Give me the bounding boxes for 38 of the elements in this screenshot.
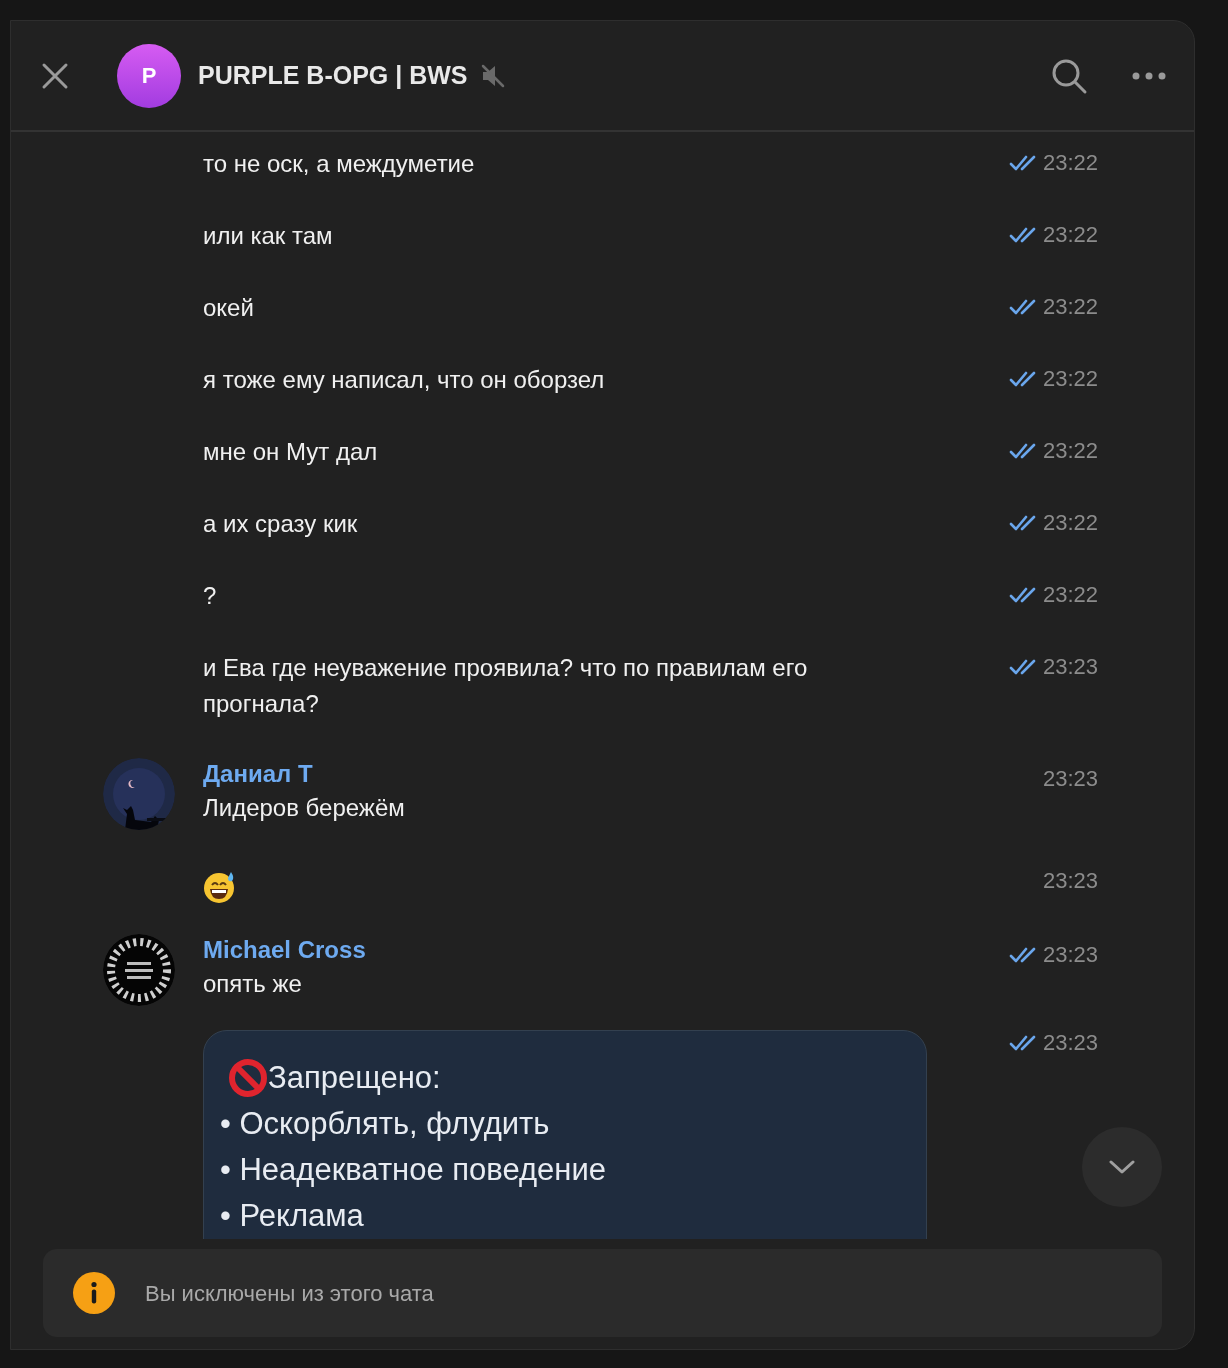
message-time: 23:23 [1042,867,1098,895]
message-time: 23:22 [1042,437,1098,465]
message-time: 23:23 [1042,765,1098,793]
image-text-line: • Неадекватное поведение [220,1151,608,1189]
more-button[interactable] [1132,71,1166,80]
notice-text: Вы исключены из этого чата [145,1279,434,1308]
prohibited-icon [228,1058,268,1098]
message-time: 23:22 [1042,293,1098,321]
message-time: 23:22 [1042,509,1098,537]
sender-name[interactable]: Даниал Т [203,758,898,790]
message-time: 23:23 [1042,941,1098,969]
sweat-smile-icon [203,870,237,904]
message-text: или как там [203,221,333,251]
chat-avatar: P [117,43,181,108]
message-text: я тоже ему написал, что он оборзел [203,365,605,395]
message-text: окей [203,293,254,323]
chevron-down-icon [1109,1160,1135,1174]
message-text: Лидеров бережём [203,793,405,823]
chat-title: PURPLE B-OPG | BWS [198,59,468,91]
message-text: опять же [203,969,302,999]
close-button[interactable] [41,61,69,90]
message-text: мне он Мут дал [203,437,378,467]
image-text-line: Запрещено: [268,1059,441,1097]
image-message[interactable]: Запрещено: • Оскорблять, флудить • Неадекватное поведение • Реклама [203,1030,927,1239]
info-icon [73,1272,115,1314]
image-text-line: • Реклама [220,1197,365,1235]
message-time: 23:23 [1042,653,1098,681]
message-text: и Ева где неуважение проявила? что по правилам его прогнала? [203,653,809,719]
message-time: 23:22 [1042,581,1098,609]
message-time: 23:22 [1042,365,1098,393]
message-time: 23:23 [1042,1029,1098,1057]
message-text: а их сразу кик [203,509,358,539]
sender-name[interactable]: Michael Cross [203,934,898,966]
message-time: 23:22 [1042,149,1098,177]
message-time: 23:22 [1042,221,1098,249]
image-text-line: • Оскорблять, флудить [220,1105,551,1143]
message-text: ? [203,581,217,611]
message-text: то не оск, а междуметие [203,149,475,179]
